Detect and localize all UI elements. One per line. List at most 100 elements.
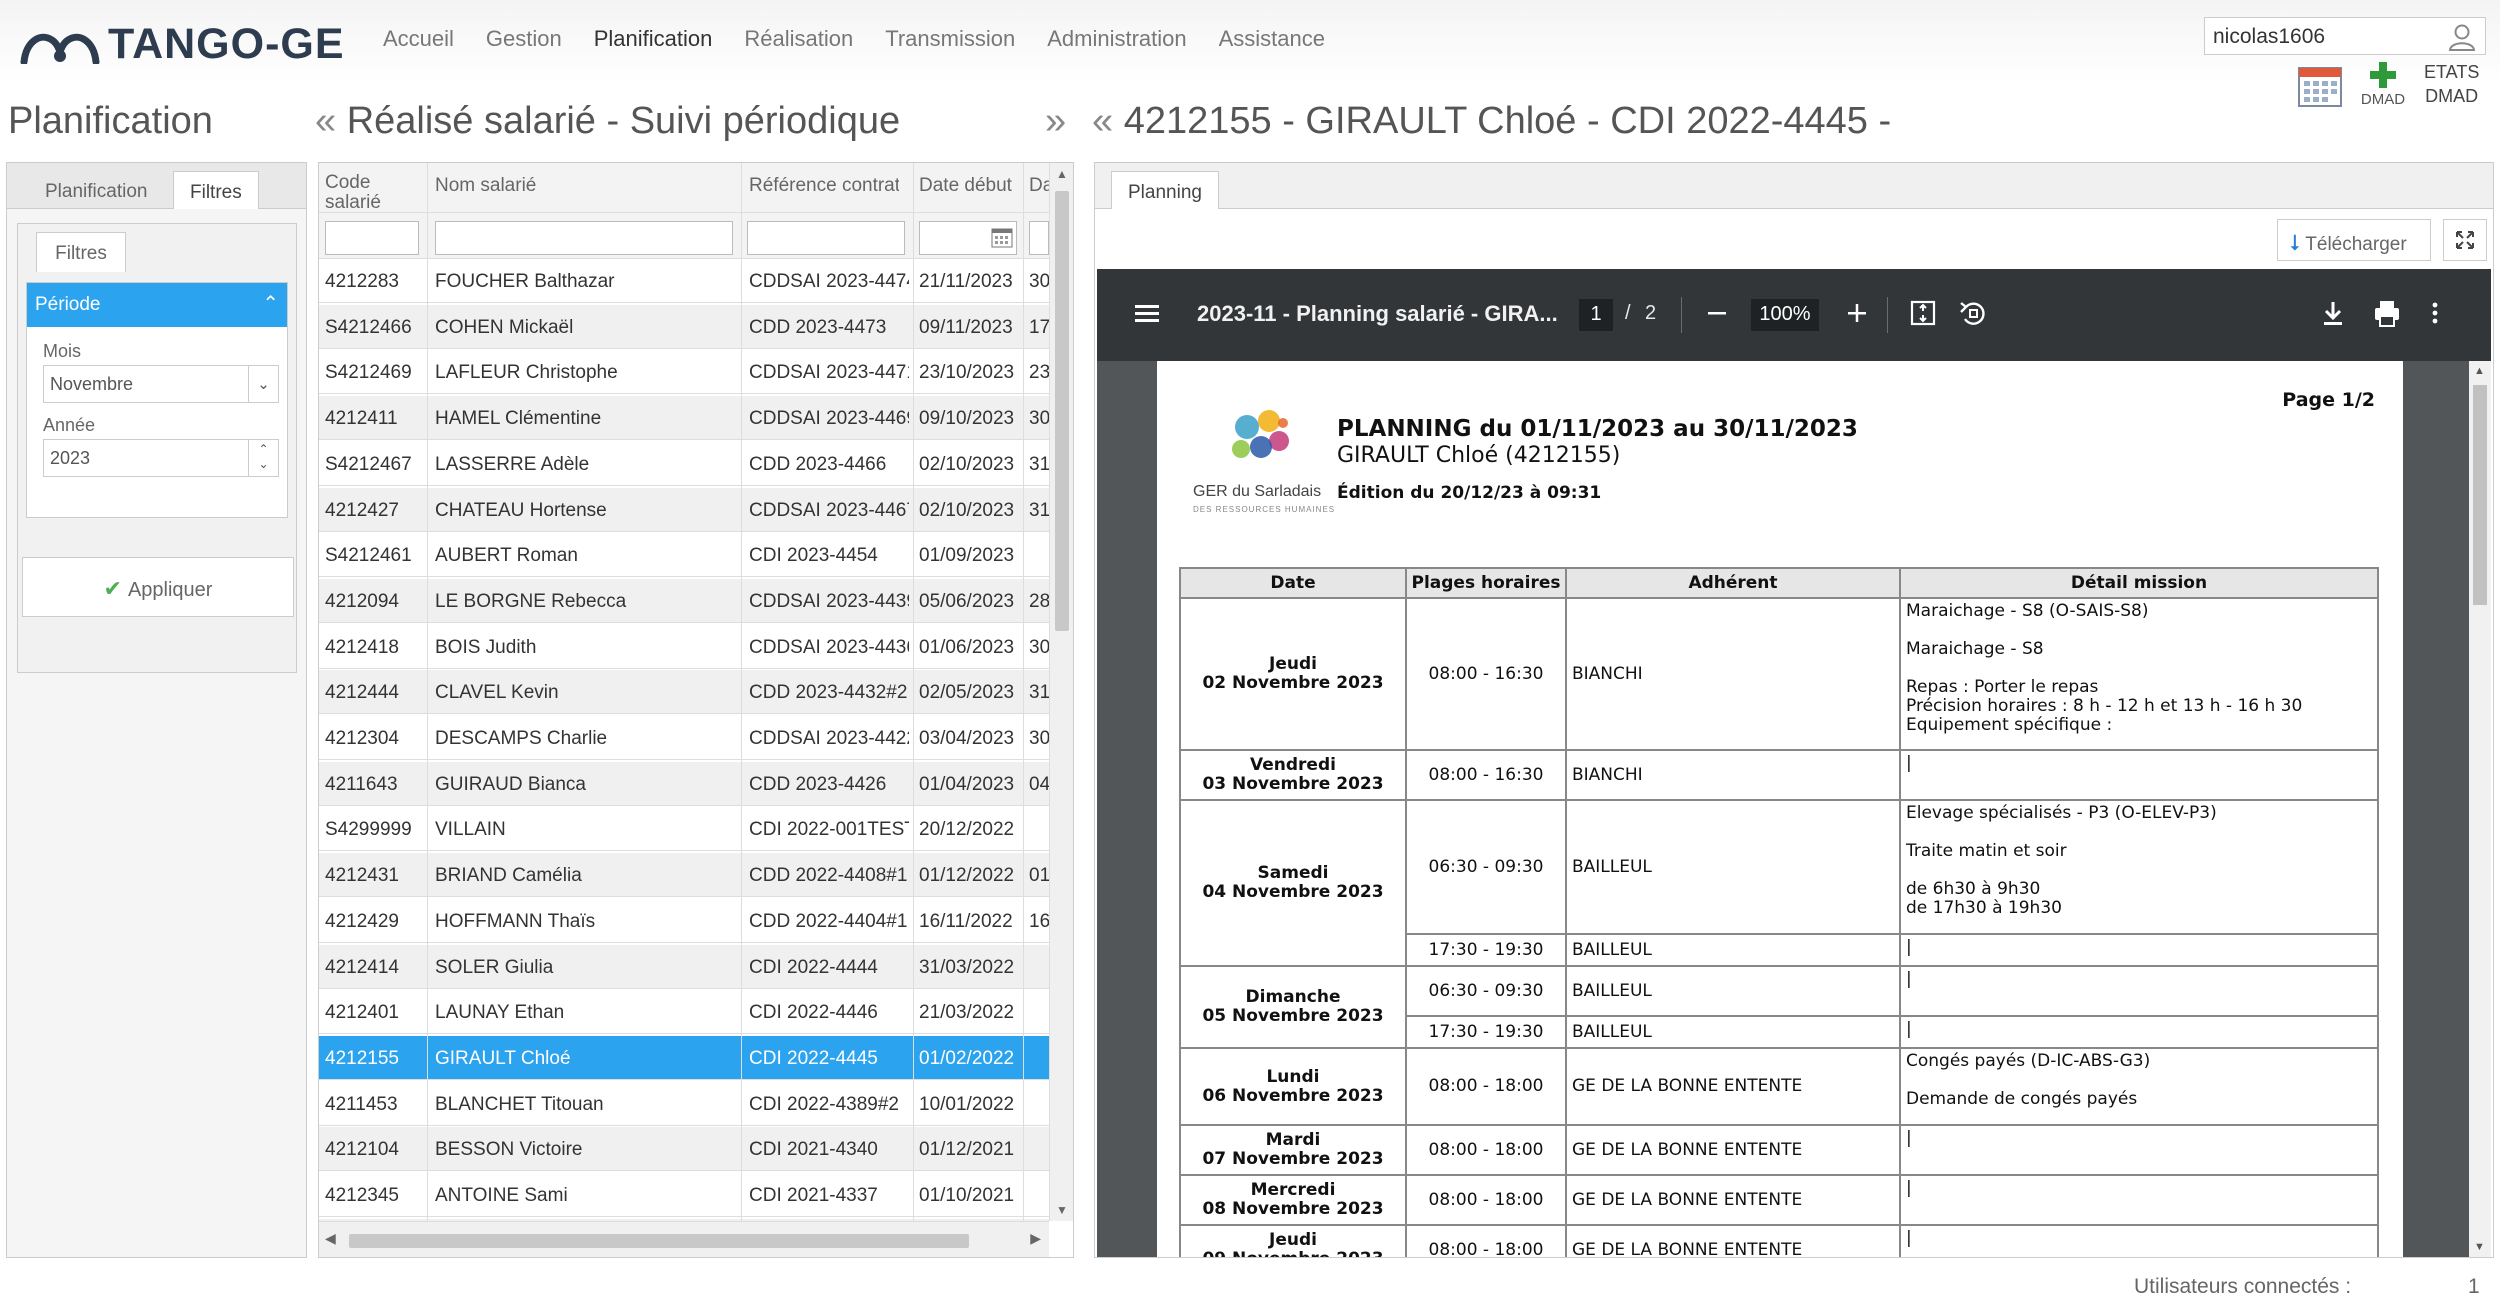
table-cell: CHATEAU Hortense bbox=[435, 499, 607, 521]
table-row[interactable]: 4212444 CLAVEL Kevin CDD 2023-4432#2 02/05/… bbox=[319, 670, 1050, 715]
mois-select[interactable]: Novembre ⌄ bbox=[43, 365, 279, 403]
grid-vertical-thumb[interactable] bbox=[1055, 191, 1069, 631]
user-menu[interactable]: nicolas1606 bbox=[2204, 17, 2486, 55]
planning-row: Lundi 06 Novembre 2023 08:00 - 18:00 GE DE … bbox=[1179, 1047, 2379, 1126]
collapse-left-icon[interactable]: « bbox=[315, 100, 336, 142]
fit-page-icon[interactable] bbox=[1903, 293, 1943, 333]
table-cell: 31 bbox=[1029, 453, 1051, 475]
nav-realisation[interactable]: Réalisation bbox=[744, 26, 853, 52]
grid-horizontal-scrollbar[interactable]: ◀ ▶ bbox=[319, 1221, 1049, 1257]
toolbar-divider bbox=[1887, 297, 1888, 333]
etats-dmad-button[interactable]: ETATS DMAD bbox=[2424, 60, 2479, 108]
pdf-download-icon[interactable] bbox=[2313, 293, 2353, 333]
planning-day: Jeudi bbox=[1269, 1230, 1317, 1250]
col-nom[interactable]: Nom salarié bbox=[435, 175, 615, 197]
col-debut[interactable]: Date début bbox=[919, 175, 1019, 197]
more-options-icon[interactable] bbox=[2415, 293, 2455, 333]
col-fin[interactable]: Da bbox=[1029, 175, 1051, 197]
table-cell: LAFLEUR Christophe bbox=[435, 362, 618, 384]
scroll-down-icon[interactable]: ▼ bbox=[1056, 1203, 1068, 1217]
grid-vertical-scrollbar[interactable]: ▲ ▼ bbox=[1049, 163, 1073, 1221]
grid-header: Code salarié Nom salarié Référence contr… bbox=[319, 163, 1051, 213]
planning-detail: Congés payés (D-IC-ABS-G3) Demande de co… bbox=[1899, 1047, 2379, 1126]
table-row[interactable]: 4212429 HOFFMANN Thaïs CDD 2022-4404#1 16/1… bbox=[319, 899, 1050, 943]
table-row[interactable]: S4299999 VILLAIN CDI 2022-001TEST 20/12/202… bbox=[319, 807, 1049, 852]
apply-button[interactable]: ✔ Appliquer bbox=[22, 557, 294, 617]
tab-planning[interactable]: Planning bbox=[1111, 171, 1219, 209]
table-row[interactable]: S4212461 AUBERT Roman CDI 2023-4454 01/09/2… bbox=[319, 533, 1049, 578]
table-row[interactable]: 4212401 LAUNAY Ethan CDI 2022-4446 21/03/20… bbox=[319, 990, 1049, 1035]
table-row[interactable]: 4212304 DESCAMPS Charlie CDDSAI 2023-4422 0… bbox=[319, 716, 1050, 760]
filter-nom[interactable] bbox=[435, 221, 733, 255]
filter-fin[interactable] bbox=[1029, 221, 1049, 255]
table-row[interactable]: 4212427 CHATEAU Hortense CDDSAI 2023-4467 0… bbox=[319, 487, 1051, 532]
col-code[interactable]: Code salarié bbox=[325, 173, 425, 213]
annee-stepper[interactable]: 2023 ⌃ ⌄ bbox=[43, 439, 279, 477]
col-ref[interactable]: Référence contrat bbox=[749, 175, 899, 197]
fullscreen-button[interactable] bbox=[2443, 219, 2487, 261]
rotate-icon[interactable] bbox=[1953, 293, 1993, 333]
zoom-out-icon[interactable] bbox=[1697, 293, 1737, 333]
nav-assistance[interactable]: Assistance bbox=[1219, 26, 1325, 52]
tab-filtres[interactable]: Filtres bbox=[173, 171, 259, 209]
table-row[interactable]: S4212466 COHEN Mickaël CDD 2023-4473 09/11/… bbox=[319, 304, 1050, 349]
table-row[interactable]: 4212345 ANTOINE Sami CDI 2021-4337 01/10/20… bbox=[319, 1173, 1049, 1217]
table-cell: BRIAND Camélia bbox=[435, 865, 582, 887]
table-row[interactable]: 4212431 BRIAND Camélia CDD 2022-4408#1 01/1… bbox=[319, 853, 1050, 898]
pdf-scroll-thumb[interactable] bbox=[2473, 385, 2487, 605]
pdf-scroll-up-icon[interactable]: ▲ bbox=[2474, 365, 2485, 377]
table-row[interactable]: 4212418 BOIS Judith CDDSAI 2023-4436 01/06/… bbox=[319, 625, 1050, 669]
table-row[interactable]: 4211453 BLANCHET Titouan CDI 2022-4389#2 10… bbox=[319, 1082, 1049, 1126]
planning-day: Vendredi bbox=[1250, 755, 1336, 775]
calendar-picker-icon[interactable] bbox=[991, 227, 1013, 249]
table-cell: 02/05/2023 bbox=[919, 682, 1015, 704]
inner-tab-filtres[interactable]: Filtres bbox=[36, 232, 126, 272]
table-cell: S4212469 bbox=[325, 362, 412, 384]
download-button[interactable]: ⭣ Télécharger bbox=[2277, 219, 2431, 261]
nav-gestion[interactable]: Gestion bbox=[486, 26, 562, 52]
table-cell: 20/12/2022 bbox=[919, 819, 1015, 841]
planning-slot: 08:00 - 16:30 bbox=[1405, 597, 1567, 751]
scroll-left-icon[interactable]: ◀ bbox=[325, 1230, 336, 1247]
zoom-in-icon[interactable] bbox=[1837, 293, 1877, 333]
table-row[interactable]: 4212104 BESSON Victoire CDI 2021-4340 01/12… bbox=[319, 1127, 1049, 1172]
scroll-right-icon[interactable]: ▶ bbox=[1030, 1230, 1041, 1247]
calendar-icon[interactable] bbox=[2297, 64, 2343, 108]
filter-ref[interactable] bbox=[747, 221, 905, 255]
menu-icon[interactable] bbox=[1127, 293, 1167, 333]
table-row[interactable]: 4212411 HAMEL Clémentine CDDSAI 2023-4469 0… bbox=[319, 396, 1050, 441]
planning-slot: 08:00 - 18:00 bbox=[1405, 1224, 1567, 1257]
grid-horizontal-thumb[interactable] bbox=[349, 1234, 969, 1248]
nav-administration[interactable]: Administration bbox=[1047, 26, 1186, 52]
planning-slot: 06:30 - 09:30 bbox=[1405, 799, 1567, 935]
table-row[interactable]: 4212155 GIRAULT Chloé CDI 2022-4445 01/02/2… bbox=[319, 1035, 1049, 1080]
filter-code[interactable] bbox=[325, 221, 419, 255]
pdf-scrollbar[interactable]: ▲ ▼ bbox=[2469, 361, 2491, 1257]
pdf-zoom-input[interactable]: 100% bbox=[1751, 299, 1819, 331]
planning-table: Date Plages horaires Adhérent Détail mis… bbox=[1179, 567, 2379, 1257]
table-cell: 31 bbox=[1029, 499, 1051, 521]
nav-transmission[interactable]: Transmission bbox=[885, 26, 1015, 52]
pdf-page-input[interactable]: 1 bbox=[1579, 299, 1613, 331]
table-row[interactable]: 4211643 GUIRAUD Bianca CDD 2023-4426 01/04/… bbox=[319, 761, 1050, 806]
nav-accueil[interactable]: Accueil bbox=[383, 26, 454, 52]
table-row[interactable]: 4212094 LE BORGNE Rebecca CDDSAI 2023-4439… bbox=[319, 578, 1050, 623]
planning-date: Lundi 06 Novembre 2023 bbox=[1179, 1047, 1407, 1126]
table-row[interactable]: 4212414 SOLER Giulia CDI 2022-4444 31/03/20… bbox=[319, 944, 1049, 989]
table-row[interactable]: S4212467 LASSERRE Adèle CDD 2023-4466 02/10… bbox=[319, 442, 1051, 486]
scroll-up-icon[interactable]: ▲ bbox=[1056, 167, 1068, 181]
app-logo[interactable]: TANGO-GE bbox=[20, 14, 345, 74]
collapse-middle-icon[interactable]: « bbox=[1092, 100, 1113, 142]
print-icon[interactable] bbox=[2367, 293, 2407, 333]
tab-planification[interactable]: Planification bbox=[29, 171, 163, 209]
pdf-scroll-down-icon[interactable]: ▼ bbox=[2474, 1241, 2485, 1253]
table-cell: CDD 2022-4408#1 bbox=[749, 865, 908, 887]
table-row[interactable]: 4212283 FOUCHER Balthazar CDDSAI 2023-4474… bbox=[319, 259, 1050, 303]
table-cell: CDD 2022-4404#1 bbox=[749, 910, 908, 932]
periode-header[interactable]: Période ⌃ bbox=[27, 283, 287, 327]
nav-planification[interactable]: Planification bbox=[594, 26, 713, 52]
table-row[interactable]: S4212469 LAFLEUR Christophe CDDSAI 2023-44… bbox=[319, 350, 1050, 395]
dmad-button[interactable]: DMAD bbox=[2358, 60, 2408, 108]
filter-date[interactable] bbox=[919, 221, 1017, 255]
expand-right-icon[interactable]: » bbox=[1045, 100, 1066, 143]
